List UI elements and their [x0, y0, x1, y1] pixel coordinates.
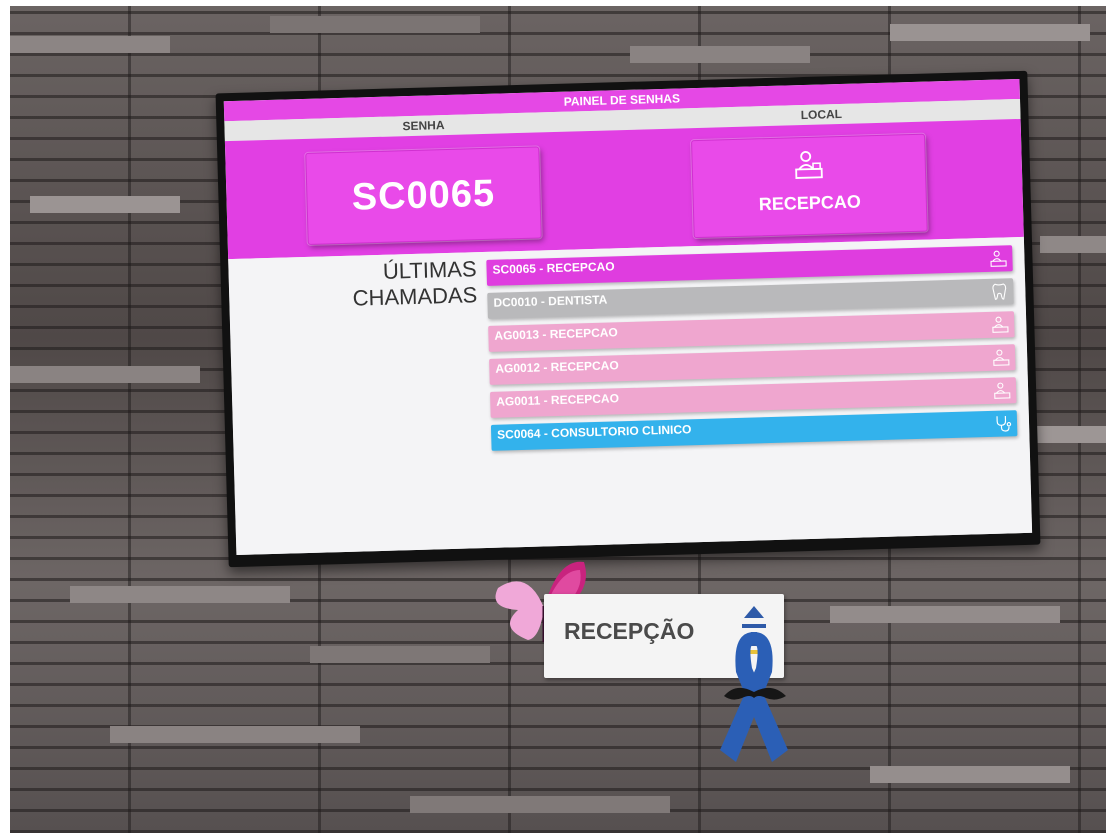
wall-brick — [1030, 426, 1106, 443]
wall-brick — [30, 196, 180, 213]
current-code-box: SC0065 — [305, 146, 542, 245]
recent-calls-list: SC0065 - RECEPCAO DC0010 - DENTISTA AG00… — [486, 245, 1018, 458]
wall-brick — [310, 646, 490, 663]
wall-brick — [1040, 236, 1106, 253]
recent-call-label: DC0010 - DENTISTA — [493, 292, 608, 310]
recent-call-label: AG0011 - RECEPCAO — [496, 391, 620, 409]
current-local: RECEPCAO — [758, 191, 862, 215]
reception-sign-text: RECEPÇÃO — [564, 618, 695, 644]
recent-call-label: AG0012 - RECEPCAO — [495, 358, 619, 376]
stethoscope-icon — [996, 415, 1012, 432]
wall-brick — [630, 46, 810, 63]
reception-desk-icon — [795, 151, 823, 179]
reception-desk-icon — [994, 382, 1011, 399]
blue-ribbon-decoration — [720, 632, 788, 762]
recent-call-label: AG0013 - RECEPCAO — [494, 325, 618, 343]
tooth-icon — [992, 283, 1007, 300]
wall-brick — [870, 766, 1070, 783]
recent-call-row: SC0064 - CONSULTORIO CLINICO — [490, 410, 1018, 451]
recent-calls-title: ÚLTIMAS CHAMADAS — [352, 256, 478, 311]
tv-monitor: PAINEL DE SENHAS SENHA LOCAL SC0065 RECE… — [215, 70, 1041, 568]
wall-brick — [270, 16, 480, 33]
wall-brick — [70, 586, 290, 603]
wall-brick — [10, 366, 200, 383]
reception-desk-icon — [993, 349, 1010, 366]
recent-calls-area: ÚLTIMAS CHAMADAS SC0065 - RECEPCAO DC001… — [228, 236, 1033, 556]
recent-call-label: SC0065 - RECEPCAO — [492, 259, 615, 277]
tv-screen: PAINEL DE SENHAS SENHA LOCAL SC0065 RECE… — [223, 78, 1033, 556]
current-call-area: SC0065 RECEPCAO — [224, 118, 1024, 260]
wall-brick — [110, 726, 360, 743]
wall-brick — [410, 796, 670, 813]
reception-desk-icon — [992, 316, 1009, 333]
current-local-box: RECEPCAO — [691, 133, 928, 239]
wall-brick — [10, 36, 170, 53]
reception-desk-icon — [990, 250, 1007, 267]
recent-call-label: SC0064 - CONSULTORIO CLINICO — [496, 422, 692, 442]
wall-brick — [830, 606, 1060, 623]
current-code: SC0065 — [351, 172, 496, 219]
wall-brick — [890, 24, 1090, 41]
